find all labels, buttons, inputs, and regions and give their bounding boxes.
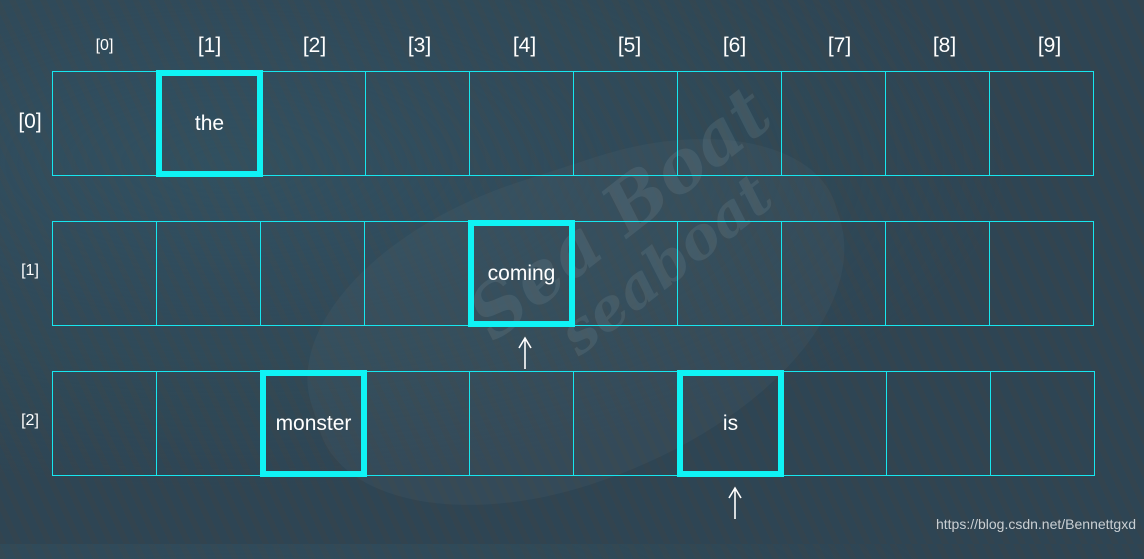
array-cell bbox=[885, 71, 990, 176]
array-cell bbox=[261, 71, 366, 176]
highlighted-array-cell: is bbox=[677, 370, 784, 477]
highlighted-array-cell: the bbox=[156, 70, 263, 177]
highlighted-array-cell: coming bbox=[468, 220, 575, 327]
array-cell bbox=[677, 221, 782, 326]
array-cell bbox=[990, 371, 1095, 476]
column-label: [5] bbox=[617, 34, 642, 57]
array-cell bbox=[573, 71, 678, 176]
array-cell bbox=[156, 371, 261, 476]
row-label: [0] bbox=[18, 110, 42, 133]
source-credit: https://blog.csdn.net/Bennettgxd bbox=[935, 516, 1136, 532]
array-cell bbox=[260, 221, 365, 326]
column-label: [2] bbox=[302, 34, 327, 57]
array-cell bbox=[989, 71, 1094, 176]
column-label: [4] bbox=[512, 34, 537, 57]
array-cell bbox=[469, 371, 574, 476]
column-label: [1] bbox=[197, 34, 222, 57]
array-cell bbox=[886, 371, 991, 476]
array-cell bbox=[677, 71, 782, 176]
column-label: [7] bbox=[827, 34, 852, 57]
array-cell bbox=[573, 221, 678, 326]
array-cell bbox=[365, 371, 470, 476]
array-cell bbox=[782, 371, 887, 476]
column-label: [8] bbox=[932, 34, 957, 57]
array-cell bbox=[52, 221, 157, 326]
row-label: [1] bbox=[21, 262, 39, 279]
array-cell bbox=[365, 71, 470, 176]
column-label: [6] bbox=[722, 34, 747, 57]
array-row-1: coming bbox=[52, 220, 1102, 327]
array-cell bbox=[781, 221, 886, 326]
array-cell bbox=[989, 221, 1094, 326]
row-label: [2] bbox=[21, 412, 39, 429]
array-row-0: the bbox=[52, 70, 1102, 177]
array-cell bbox=[885, 221, 990, 326]
array-row-2: monster is bbox=[52, 370, 1102, 477]
column-label: [9] bbox=[1037, 34, 1062, 57]
array-cell bbox=[52, 71, 157, 176]
pointer-arrow-up-icon bbox=[727, 486, 743, 520]
array-cell bbox=[781, 71, 886, 176]
highlighted-array-cell: monster bbox=[260, 370, 367, 477]
array-cell bbox=[156, 221, 261, 326]
array-cell bbox=[469, 71, 574, 176]
array-cell bbox=[52, 371, 157, 476]
column-label: [3] bbox=[407, 34, 432, 57]
array-cell bbox=[364, 221, 469, 326]
pointer-arrow-up-icon bbox=[517, 336, 533, 370]
column-label: [0] bbox=[95, 37, 114, 54]
array-cell bbox=[573, 371, 678, 476]
